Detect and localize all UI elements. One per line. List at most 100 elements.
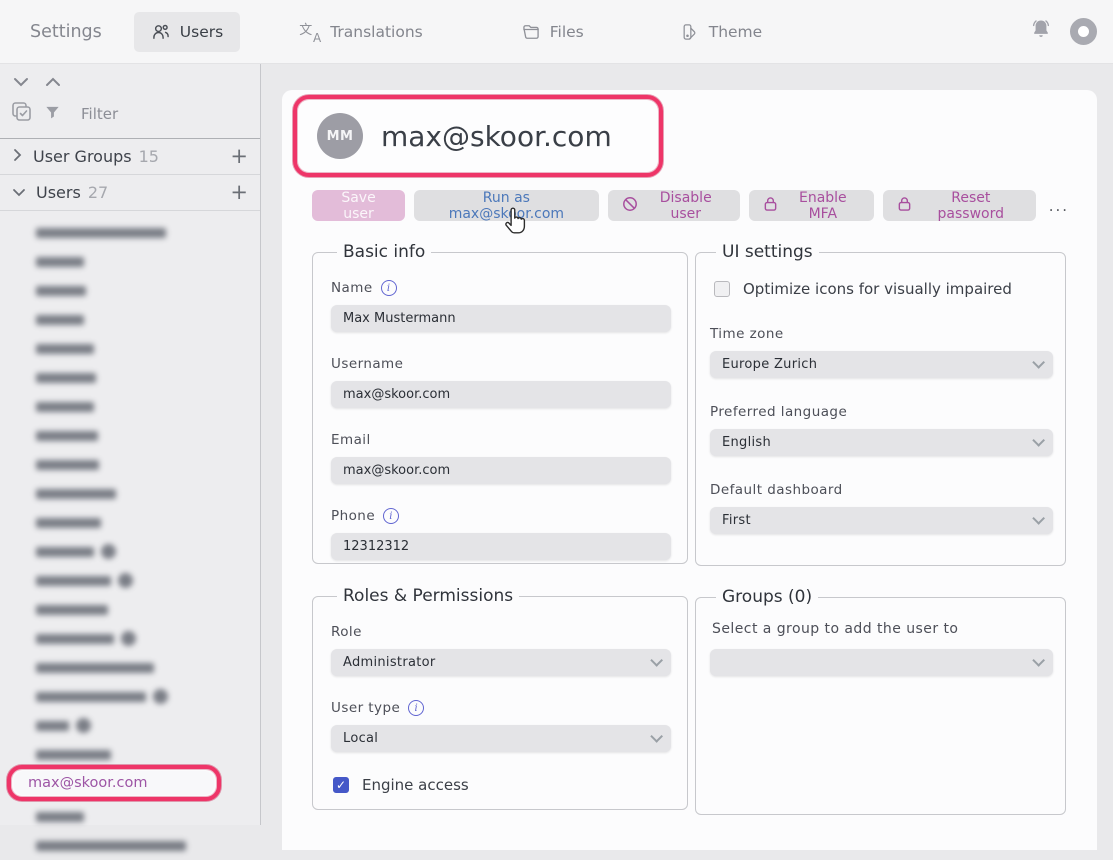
sidebar-user-item[interactable] bbox=[0, 711, 260, 740]
header-annotation: MM max@skoor.com bbox=[293, 95, 663, 177]
nav-settings[interactable]: Settings bbox=[30, 22, 102, 42]
tab-files[interactable]: Files bbox=[504, 12, 601, 52]
default-dashboard-select[interactable]: First bbox=[710, 507, 1053, 534]
collapse-down-icon[interactable] bbox=[10, 74, 32, 90]
sidebar-user-item[interactable] bbox=[0, 450, 260, 479]
filter-label: Filter bbox=[81, 105, 118, 123]
redacted-username bbox=[36, 750, 111, 760]
chevron-down-icon bbox=[1032, 512, 1045, 525]
redacted-username bbox=[36, 663, 154, 673]
redacted-username bbox=[36, 518, 101, 528]
tab-users-label: Users bbox=[180, 23, 223, 41]
role-label: Role bbox=[331, 624, 362, 640]
groups-section: Groups (0) Select a group to add the use… bbox=[695, 587, 1066, 815]
sidebar-user-item[interactable] bbox=[0, 595, 260, 624]
add-user-button[interactable]: + bbox=[230, 182, 248, 203]
info-icon[interactable]: i bbox=[408, 700, 424, 716]
sidebar-section-users[interactable]: Users 27 + bbox=[0, 175, 260, 211]
users-icon bbox=[151, 22, 171, 42]
users-label: Users bbox=[36, 183, 81, 202]
redacted-username bbox=[36, 634, 114, 644]
select-all-icon[interactable] bbox=[10, 100, 34, 128]
tab-theme-label: Theme bbox=[709, 23, 762, 41]
sidebar-user-item[interactable] bbox=[0, 218, 260, 247]
sidebar-user-item[interactable] bbox=[0, 421, 260, 450]
redacted-username bbox=[36, 286, 86, 296]
phone-label: Phone bbox=[331, 508, 375, 524]
role-select[interactable]: Administrator bbox=[331, 649, 671, 676]
sidebar-user-item[interactable] bbox=[0, 831, 260, 860]
name-input[interactable]: Max Mustermann bbox=[331, 305, 671, 332]
redacted-username bbox=[36, 547, 94, 557]
redacted-username bbox=[36, 841, 186, 851]
sidebar-user-item[interactable] bbox=[0, 305, 260, 334]
group-select[interactable] bbox=[710, 649, 1053, 676]
chevron-down-icon bbox=[1032, 434, 1045, 447]
sidebar-user-item[interactable] bbox=[0, 537, 260, 566]
chevron-down-icon bbox=[1032, 356, 1045, 369]
redacted-username bbox=[36, 489, 116, 499]
roles-permissions-section: Roles & Permissions Role Administrator U… bbox=[312, 586, 688, 810]
user-avatar[interactable] bbox=[1070, 18, 1097, 45]
disable-icon bbox=[622, 196, 638, 216]
users-count: 27 bbox=[88, 183, 108, 202]
chevron-down-icon bbox=[12, 183, 26, 202]
groups-legend: Groups (0) bbox=[716, 587, 818, 607]
sidebar-user-item-selected[interactable]: max@skoor.com bbox=[0, 769, 260, 802]
phone-input[interactable]: 12312312 bbox=[331, 533, 671, 560]
email-input[interactable]: max@skoor.com bbox=[331, 457, 671, 484]
collapse-up-icon[interactable] bbox=[42, 74, 64, 90]
optimize-icons-checkbox[interactable] bbox=[714, 281, 730, 297]
timezone-select[interactable]: Europe Zurich bbox=[710, 351, 1053, 378]
tab-users[interactable]: Users bbox=[134, 12, 240, 52]
sidebar-user-item[interactable] bbox=[0, 508, 260, 537]
more-actions-button[interactable]: ... bbox=[1049, 197, 1069, 215]
sidebar-user-item[interactable] bbox=[0, 247, 260, 276]
sidebar-user-item[interactable] bbox=[0, 682, 260, 711]
sidebar-user-item[interactable] bbox=[0, 802, 260, 831]
notifications-bell-icon[interactable] bbox=[1028, 17, 1054, 47]
sidebar-user-item[interactable] bbox=[0, 566, 260, 595]
sidebar-user-item[interactable] bbox=[0, 392, 260, 421]
filter-funnel-icon[interactable] bbox=[44, 104, 61, 125]
enable-mfa-button[interactable]: Enable MFA bbox=[749, 190, 874, 221]
sidebar-user-item[interactable] bbox=[0, 624, 260, 653]
info-icon[interactable]: i bbox=[381, 280, 397, 296]
sidebar-user-item[interactable] bbox=[0, 653, 260, 682]
add-user-group-button[interactable]: + bbox=[230, 146, 248, 167]
tab-files-label: Files bbox=[550, 23, 584, 41]
sidebar-user-item[interactable] bbox=[0, 334, 260, 363]
info-icon[interactable]: i bbox=[383, 508, 399, 524]
ui-settings-section: UI settings Optimize icons for visually … bbox=[695, 242, 1066, 566]
timezone-label: Time zone bbox=[710, 326, 784, 342]
redacted-username bbox=[36, 402, 94, 412]
user-type-select[interactable]: Local bbox=[331, 725, 671, 752]
email-label: Email bbox=[331, 432, 371, 448]
basic-info-section: Basic info Name i Max Mustermann Usernam… bbox=[312, 242, 688, 564]
name-label: Name bbox=[331, 280, 373, 296]
user-groups-count: 15 bbox=[139, 147, 159, 166]
redacted-username bbox=[36, 431, 98, 441]
engine-access-checkbox[interactable]: ✓ bbox=[333, 777, 349, 793]
user-groups-label: User Groups bbox=[33, 147, 132, 166]
redacted-username bbox=[36, 576, 111, 586]
lock-icon bbox=[763, 196, 778, 216]
tab-translations[interactable]: 文A Translations bbox=[282, 11, 440, 53]
sidebar-section-user-groups[interactable]: User Groups 15 + bbox=[0, 139, 260, 175]
reset-password-button[interactable]: Reset password bbox=[883, 190, 1036, 221]
sidebar-user-item[interactable] bbox=[0, 363, 260, 392]
redacted-username bbox=[36, 228, 166, 238]
sidebar-annotation: max@skoor.com bbox=[7, 765, 221, 801]
language-select[interactable]: English bbox=[710, 429, 1053, 456]
sidebar-user-item[interactable] bbox=[0, 479, 260, 508]
theme-icon bbox=[680, 22, 700, 42]
sidebar-user-item[interactable] bbox=[0, 276, 260, 305]
tab-theme[interactable]: Theme bbox=[663, 12, 779, 52]
run-as-user-button[interactable]: Run as max@skoor.com bbox=[414, 190, 599, 221]
selected-user-label[interactable]: max@skoor.com bbox=[14, 771, 214, 795]
disable-user-button[interactable]: Disable user bbox=[608, 190, 740, 221]
redacted-username bbox=[36, 721, 69, 731]
username-input[interactable]: max@skoor.com bbox=[331, 381, 671, 408]
save-user-button[interactable]: Save user bbox=[312, 190, 405, 221]
redacted-username bbox=[36, 344, 94, 354]
